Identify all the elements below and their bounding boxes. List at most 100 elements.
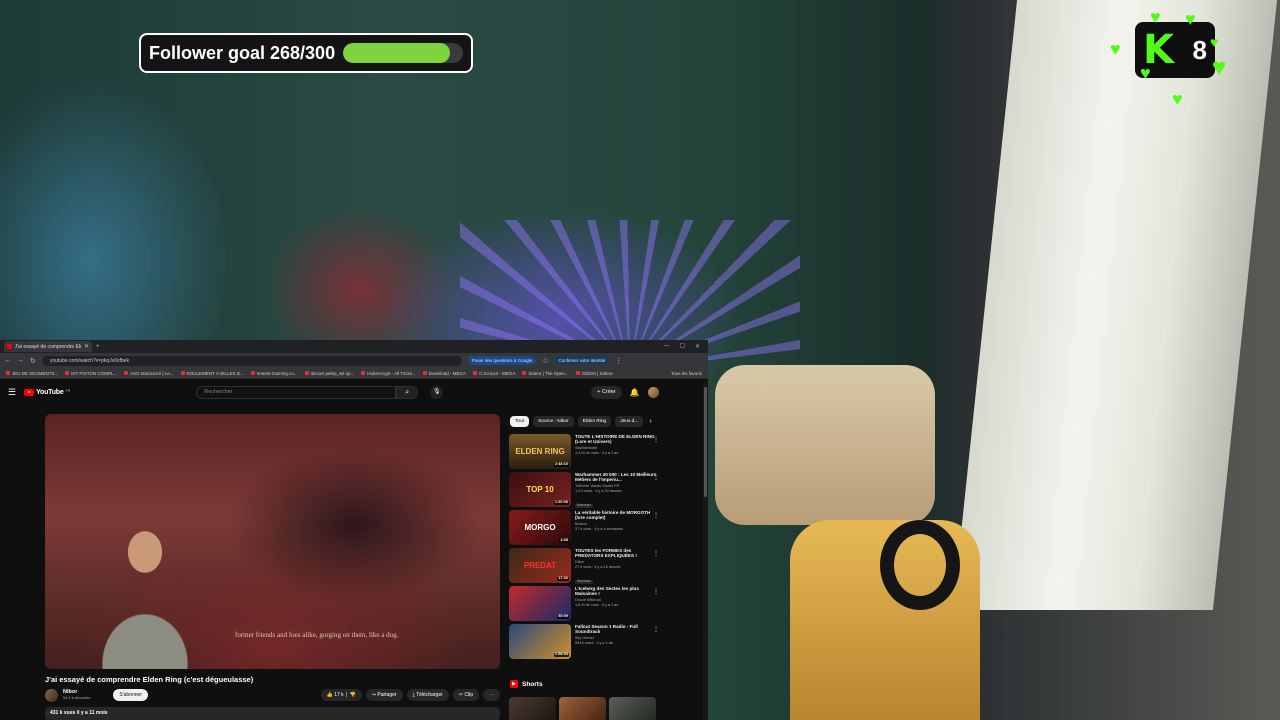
recommendation-title[interactable]: L'Iceberg des Sectes les plus Malsaines … [575,586,659,597]
recommendation-title[interactable]: La véritable histoire de MORGOTH (lore c… [575,510,659,521]
bookmark-item[interactable]: Hubencrypt - All Tricks... [361,371,416,376]
short-thumbnail[interactable] [559,697,606,720]
new-badge: Nouveau [575,579,593,585]
bookmark-item[interactable]: GitbOn | Sidera [575,371,613,376]
recommendation-item[interactable]: MORGO 4:08 La véritable histoire de MORGOT… [509,510,659,548]
bookmark-item[interactable]: C:/Linux2 - MEGA [473,371,515,376]
close-tab-icon[interactable]: ✕ [84,343,89,350]
more-options-icon[interactable]: ⋮ [653,474,659,481]
notifications-bell-icon[interactable]: 🔔 [630,388,640,397]
more-options-icon[interactable]: ⋮ [653,626,659,633]
scrollbar-thumb[interactable] [704,387,707,497]
maximize-icon[interactable]: ☐ [680,343,685,350]
recommendation-item[interactable]: TOP 10 1:30:06 Warhammer 40 000 : Les 10 M… [509,472,659,510]
search-input[interactable]: Rechercher [196,386,397,399]
bookmark-item[interactable]: KIT PISTON COMPL... [65,371,117,376]
recommendation-title[interactable]: Warhammer 40 000 : Les 10 Meilleurs Méti… [575,472,659,483]
bookmark-item[interactable]: ASG Motocarré | Le... [124,370,174,376]
recommendation-item[interactable]: PREDAT 17:32 TOUTES les FORMES des PREDATO… [509,548,659,586]
recommendation-title[interactable]: Fallout Season 1 Radio - Full Soundtrack [575,624,659,635]
filter-chip[interactable]: Tout [510,416,530,427]
window-controls: — ☐ ✕ [664,343,708,350]
recommendation-item[interactable]: ELDEN RING 2:48:10 TOUTE L'HISTOIRE DE ELD… [509,434,659,472]
short-thumbnail[interactable] [609,697,656,720]
url-field[interactable]: youtube.com/watch?v=pkqJv0sfbek [41,355,462,366]
channel-avatar[interactable] [45,688,58,702]
filter-chip[interactable]: Source : Nibor [533,416,574,427]
recommendation-channel[interactable]: Dikor [575,560,659,564]
create-button[interactable]: + Créer [591,386,622,399]
recommendation-info: Fallout Season 1 Radio - Full Soundtrack… [575,624,659,662]
region-code: FR [65,389,71,393]
forward-icon[interactable]: → [17,357,24,364]
back-icon[interactable]: ← [4,357,11,364]
short-thumbnail[interactable] [509,697,556,720]
video-thumbnail[interactable]: MORGO 4:08 [509,510,571,545]
search-icon[interactable]: ⌕ [396,386,419,399]
video-thumbnail[interactable]: 1:58:53 [509,624,571,659]
chevron-right-icon[interactable]: › [649,416,651,427]
more-options-icon[interactable]: ⋮ [653,588,659,595]
recommendation-title[interactable]: TOUTE L'HISTOIRE DE ELDEN RING (Lore et … [575,434,659,445]
shorts-icon: ▶ [510,680,518,688]
like-button[interactable]: 👍 17 k │ 👎 [320,689,362,701]
page-scrollbar[interactable] [703,382,708,720]
subscribe-button[interactable]: S'abonner [113,689,148,701]
youtube-logo[interactable]: YouTube FR [24,389,70,396]
heart-icon: ♥ [1110,39,1121,59]
ring-light [880,520,960,610]
description-box[interactable]: 431 k vues il y a 11 mois [45,707,500,720]
close-window-icon[interactable]: ✕ [695,343,700,350]
address-bar: ← → ↻ youtube.com/watch?v=pkqJv0sfbek Po… [0,353,708,368]
thumbnail-text: PREDAT [523,560,557,570]
recommendation-channel[interactable]: Boston [575,522,659,526]
hamburger-menu-icon[interactable]: ☰ [8,387,16,398]
more-actions-icon[interactable]: ⋯ [483,689,500,701]
recommendation-item[interactable]: 1:58:53 Fallout Season 1 Radio - Full Sou… [509,624,659,662]
recommendation-info: La véritable histoire de MORGOTH (lore c… [575,510,659,548]
more-options-icon[interactable]: ⋮ [653,436,659,443]
clip-button[interactable]: ✂ Clip [452,689,479,701]
star-icon[interactable]: ☆ [542,357,548,365]
bookmark-item[interactable]: Idecart pelep_wit sp... [304,371,354,376]
filter-chip[interactable]: Elden Ring [577,416,612,427]
browser-tab[interactable]: J'ai essayé de comprendre Eld... ✕ [4,341,92,352]
bookmark-item[interactable]: ROULEMENT À BILLES D... [180,371,244,376]
thumbs-down-icon[interactable]: 👎 [350,692,356,698]
microphone-icon[interactable]: 🎙 [430,386,444,399]
download-label: Télécharger [416,692,443,698]
video-thumbnail[interactable]: PREDAT 17:32 [509,548,571,583]
bookmark-item[interactable]: JEU DE SEGMENTS... [6,371,58,376]
all-bookmarks-link[interactable]: Tous les favoris [671,371,708,376]
reload-icon[interactable]: ↻ [30,357,36,365]
bookmark-item[interactable]: Sidera | The Open... [522,371,569,376]
new-tab-icon[interactable]: + [96,344,100,350]
filter-chip[interactable]: Jeux d... [615,416,644,427]
recommendation-channel[interactable]: Dooxe Wilcroot [575,598,659,602]
video-player[interactable]: former friends and foes alike, gorging o… [45,414,500,669]
bookmark-item[interactable]: Imtemt-Gaming.co... [250,371,298,376]
recommendation-channel[interactable]: Télévisé Vaclav Studio FR [575,484,659,488]
youtube-wordmark: YouTube [36,389,64,396]
minimize-icon[interactable]: — [664,343,670,350]
bookmark-label: ASG Motocarré | Le... [130,370,174,376]
video-thumbnail[interactable]: 55:09 [509,586,571,621]
ask-google-chip[interactable]: Poser des questions à Google [467,356,537,365]
recommendation-channel[interactable]: SkyMarmotte [575,446,659,450]
recommendation-title[interactable]: TOUTES les FORMES des PREDATORS EXPLIQUÉ… [575,548,659,559]
thumbnail-text: ELDEN RING [515,446,565,456]
identity-chip[interactable]: Confirmer votre identité [554,356,610,365]
bookmark-item[interactable]: Download - MEGA [422,371,466,376]
more-options-icon[interactable]: ⋮ [653,550,659,557]
video-thumbnail[interactable]: ELDEN RING 2:48:10 [509,434,571,469]
recommendation-item[interactable]: 55:09 L'Iceberg des Sectes les plus Malsa… [509,586,659,624]
video-thumbnail[interactable]: TOP 10 1:30:06 [509,472,571,507]
recommendation-channel[interactable]: Sky Gamer [575,636,659,640]
share-button[interactable]: ↪ Partager [365,689,403,701]
more-icon[interactable]: ⋮ [615,357,622,365]
download-button[interactable]: ⤓ Télécharger [406,689,449,701]
tab-bar: J'ai essayé de comprendre Eld... ✕ + — ☐… [0,340,708,353]
more-options-icon[interactable]: ⋮ [653,512,659,519]
account-avatar[interactable] [647,387,659,398]
recommendation-meta: 37 k vues · il y a 4 semaines [575,526,623,531]
